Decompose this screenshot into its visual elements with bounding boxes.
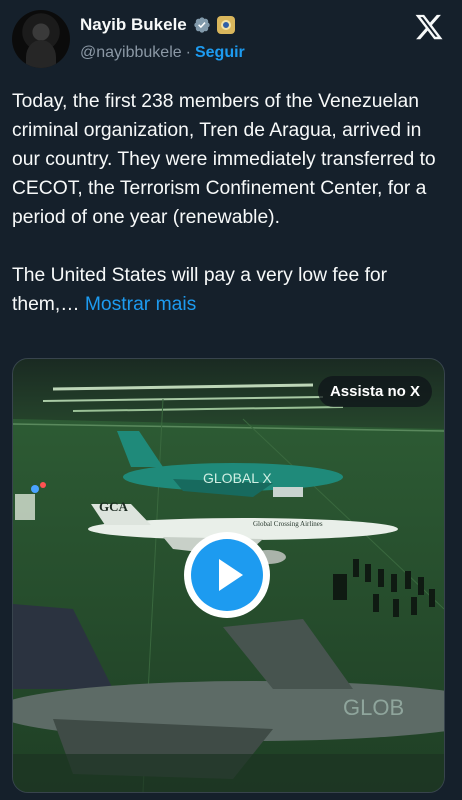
author-name-row: Nayib Bukele: [80, 15, 235, 35]
play-button[interactable]: [184, 532, 270, 618]
author-handle[interactable]: @nayibbukele: [80, 44, 182, 61]
author-name[interactable]: Nayib Bukele: [80, 15, 187, 35]
video-player[interactable]: GLOBAL X GCA Global Crossing Airlines GL…: [12, 358, 445, 793]
gca-tail-text: GCA: [99, 499, 129, 514]
handle-row: @nayibbukele · Seguir: [80, 44, 245, 62]
global-x-livery: GLOBAL X: [203, 470, 272, 486]
play-icon: [191, 539, 263, 611]
separator-dot: ·: [185, 44, 191, 61]
watch-on-x-button[interactable]: Assista no X: [317, 376, 432, 407]
government-seal-icon: [216, 16, 235, 34]
tweet-text: Today, the first 238 members of the Vene…: [12, 87, 452, 319]
foreground-livery: GLOB: [343, 695, 404, 720]
verified-badge-icon: [194, 17, 210, 33]
avatar[interactable]: [12, 10, 70, 68]
show-more-link[interactable]: Mostrar mais: [85, 294, 196, 315]
tweet-body: Today, the first 238 members of the Vene…: [12, 91, 436, 315]
gca-fuselage-text: Global Crossing Airlines: [253, 520, 323, 528]
x-logo-icon[interactable]: [414, 12, 444, 42]
tweet-header: Nayib Bukele @nayibbukele · Seguir: [0, 0, 462, 80]
follow-button[interactable]: Seguir: [195, 44, 245, 61]
